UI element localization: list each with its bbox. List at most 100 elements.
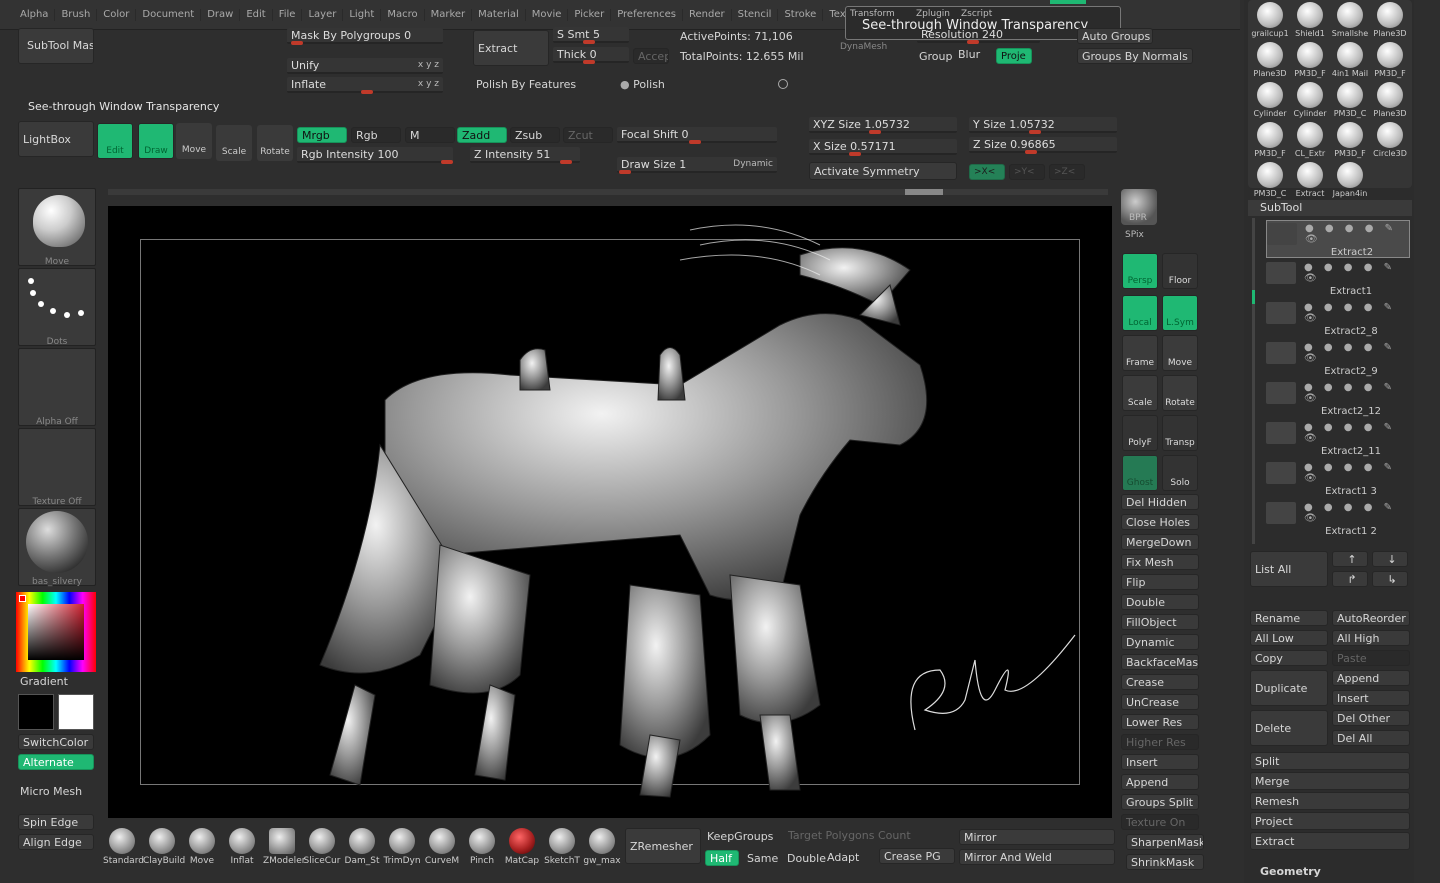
gradient-label[interactable]: Gradient <box>20 675 68 688</box>
tool-thumb[interactable]: PM3D_F <box>1370 42 1410 78</box>
del-other-button[interactable]: Del Other <box>1332 710 1410 726</box>
sym-x-button[interactable]: >X< <box>969 164 1005 180</box>
zcut-button[interactable]: Zcut <box>563 127 613 143</box>
move-down-arrow-icon[interactable]: ↓ <box>1372 551 1408 567</box>
all-high-button[interactable]: All High <box>1332 630 1410 646</box>
mirror-button[interactable]: Mirror <box>959 829 1115 845</box>
move-view-button[interactable]: Move <box>1162 335 1198 371</box>
copy-button[interactable]: Copy <box>1250 650 1328 666</box>
subtool-item[interactable]: ● ● ● ● ✎ 👁 Extract1 2 <box>1266 500 1410 538</box>
spin-edge-button[interactable]: Spin Edge <box>18 814 94 830</box>
tool-thumb[interactable]: PM3D_C <box>1330 82 1370 118</box>
op-higher-res-button[interactable]: Higher Res <box>1121 734 1199 750</box>
blur-slider[interactable]: Blur <box>958 48 980 61</box>
subtool-item[interactable]: ● ● ● ● ✎ 👁 Extract1 <box>1266 260 1410 298</box>
merge-section[interactable]: Merge <box>1250 772 1410 790</box>
all-low-button[interactable]: All Low <box>1250 630 1328 646</box>
unify-slider[interactable]: Unify x y z <box>287 58 443 74</box>
tool-thumb[interactable]: Circle3D <box>1370 122 1410 158</box>
subtool-item[interactable]: ● ● ● ● ✎ 👁 Extract2_11 <box>1266 420 1410 458</box>
op-append-button[interactable]: Append <box>1121 774 1199 790</box>
crease-pg-button[interactable]: Crease PG <box>879 848 955 864</box>
dynamic-label[interactable]: Dynamic <box>733 157 773 172</box>
focal-shift-slider[interactable]: Focal Shift 0 <box>617 127 777 144</box>
brush-dam-st[interactable]: Dam_St <box>343 826 381 866</box>
rename-button[interactable]: Rename <box>1250 610 1328 626</box>
z-intensity-slider[interactable]: Z Intensity 51 <box>470 147 580 164</box>
delete-button[interactable]: Delete <box>1250 710 1328 746</box>
brush-gw-max[interactable]: gw_max <box>583 826 621 866</box>
op-mergedown-button[interactable]: MergeDown <box>1121 534 1199 550</box>
brush-move[interactable]: Move <box>183 826 221 866</box>
polish-toggle[interactable]: ● Polish <box>620 78 665 91</box>
op-texture-on-button[interactable]: Texture On <box>1121 814 1199 830</box>
brush-trimdyn[interactable]: TrimDyn <box>383 826 421 866</box>
align-edge-button[interactable]: Align Edge <box>18 834 94 850</box>
sym-y-button[interactable]: >Y< <box>1009 164 1045 180</box>
subtool-item[interactable]: ● ● ● ● ✎ 👁 Extract1 3 <box>1266 460 1410 498</box>
secondary-color-swatch[interactable] <box>18 694 54 730</box>
subtool-visibility-icon[interactable]: ● ● ● ● ✎ 👁 <box>1304 502 1410 524</box>
brush-slicecur[interactable]: SliceCur <box>303 826 341 866</box>
op-crease-button[interactable]: Crease <box>1121 674 1199 690</box>
subtool-visibility-icon[interactable]: ● ● ● ● ✎ 👁 <box>1304 342 1410 364</box>
tool-thumb[interactable]: Extract <box>1290 162 1330 198</box>
menu-edit[interactable]: Edit <box>240 8 273 21</box>
move-up-fork-icon[interactable]: ↱ <box>1332 571 1368 587</box>
op-flip-button[interactable]: Flip <box>1121 574 1199 590</box>
move-up-arrow-icon[interactable]: ↑ <box>1332 551 1368 567</box>
subtool-item[interactable]: ● ● ● ● ✎ 👁 Extract2_9 <box>1266 340 1410 378</box>
group-toggle[interactable]: Group <box>919 50 953 63</box>
remesh-section[interactable]: Remesh <box>1250 792 1410 810</box>
geometry-section[interactable]: Geometry <box>1260 865 1321 878</box>
bpr-button[interactable]: BPR <box>1121 189 1157 225</box>
subtool-visibility-icon[interactable]: ● ● ● ● ✎ 👁 <box>1304 422 1410 444</box>
tool-thumb[interactable]: grailcup1 <box>1250 2 1290 38</box>
lsym-button[interactable]: L.Sym <box>1162 295 1198 331</box>
activate-symmetry-button[interactable]: Activate Symmetry <box>809 162 957 180</box>
menu-render[interactable]: Render <box>683 8 732 21</box>
color-picker[interactable] <box>16 592 96 672</box>
extract-button[interactable]: Extract <box>473 30 549 66</box>
lightbox-button[interactable]: LightBox <box>18 121 94 157</box>
tool-thumb[interactable]: Smallshe <box>1330 2 1370 38</box>
extract-section[interactable]: Extract <box>1250 832 1410 850</box>
op-insert-button[interactable]: Insert <box>1121 754 1199 770</box>
menu-material[interactable]: Material <box>472 8 526 21</box>
menu-stencil[interactable]: Stencil <box>732 8 779 21</box>
op-lower-res-button[interactable]: Lower Res <box>1121 714 1199 730</box>
adapt-button[interactable]: Adapt <box>827 851 859 864</box>
split-section[interactable]: Split <box>1250 752 1410 770</box>
tool-thumb[interactable]: CL_Extr <box>1290 122 1330 158</box>
brush-pinch[interactable]: Pinch <box>463 826 501 866</box>
texture-selector[interactable]: Texture Off <box>18 428 96 507</box>
subtool-item[interactable]: ● ● ● ● ✎ 👁 Extract2 <box>1266 220 1410 258</box>
brush-matcap[interactable]: MatCap <box>503 826 541 866</box>
op-fix-mesh-button[interactable]: Fix Mesh <box>1121 554 1199 570</box>
persp-button[interactable]: Persp <box>1122 253 1158 289</box>
material-selector[interactable]: bas_silvery <box>18 508 96 587</box>
x-size-slider[interactable]: X Size 0.57171 <box>809 139 957 156</box>
tool-thumb[interactable]: 4in1 Mail <box>1330 42 1370 78</box>
list-all-button[interactable]: List All <box>1250 551 1328 587</box>
op-close-holes-button[interactable]: Close Holes <box>1121 514 1199 530</box>
z-size-slider[interactable]: Z Size 0.96865 <box>969 137 1117 154</box>
insert-button[interactable]: Insert <box>1332 690 1410 706</box>
groups-by-normals-button[interactable]: Groups By Normals <box>1077 48 1193 64</box>
op-double-button[interactable]: Double <box>1121 594 1199 610</box>
local-button[interactable]: Local <box>1122 295 1158 331</box>
project-section[interactable]: Project <box>1250 812 1410 830</box>
tool-thumb[interactable]: PM3D_C <box>1250 162 1290 198</box>
tool-thumb[interactable]: PM3D_F <box>1250 122 1290 158</box>
solo-button[interactable]: Solo <box>1162 455 1198 491</box>
sym-z-button[interactable]: >Z< <box>1049 164 1085 180</box>
subtool-item[interactable]: ● ● ● ● ✎ 👁 Extract2_8 <box>1266 300 1410 338</box>
menu-preferences[interactable]: Preferences <box>611 8 684 21</box>
draw-size-slider[interactable]: Draw Size 1 Dynamic <box>617 157 777 174</box>
shrinkmask-button[interactable]: ShrinkMask <box>1126 854 1204 870</box>
tool-thumb[interactable]: Plane3D <box>1250 42 1290 78</box>
accept-button[interactable]: Accep <box>633 48 669 64</box>
subtool-item[interactable]: ● ● ● ● ✎ 👁 Extract2_12 <box>1266 380 1410 418</box>
zadd-button[interactable]: Zadd <box>457 127 507 143</box>
polish-circle-icon[interactable] <box>778 79 788 89</box>
